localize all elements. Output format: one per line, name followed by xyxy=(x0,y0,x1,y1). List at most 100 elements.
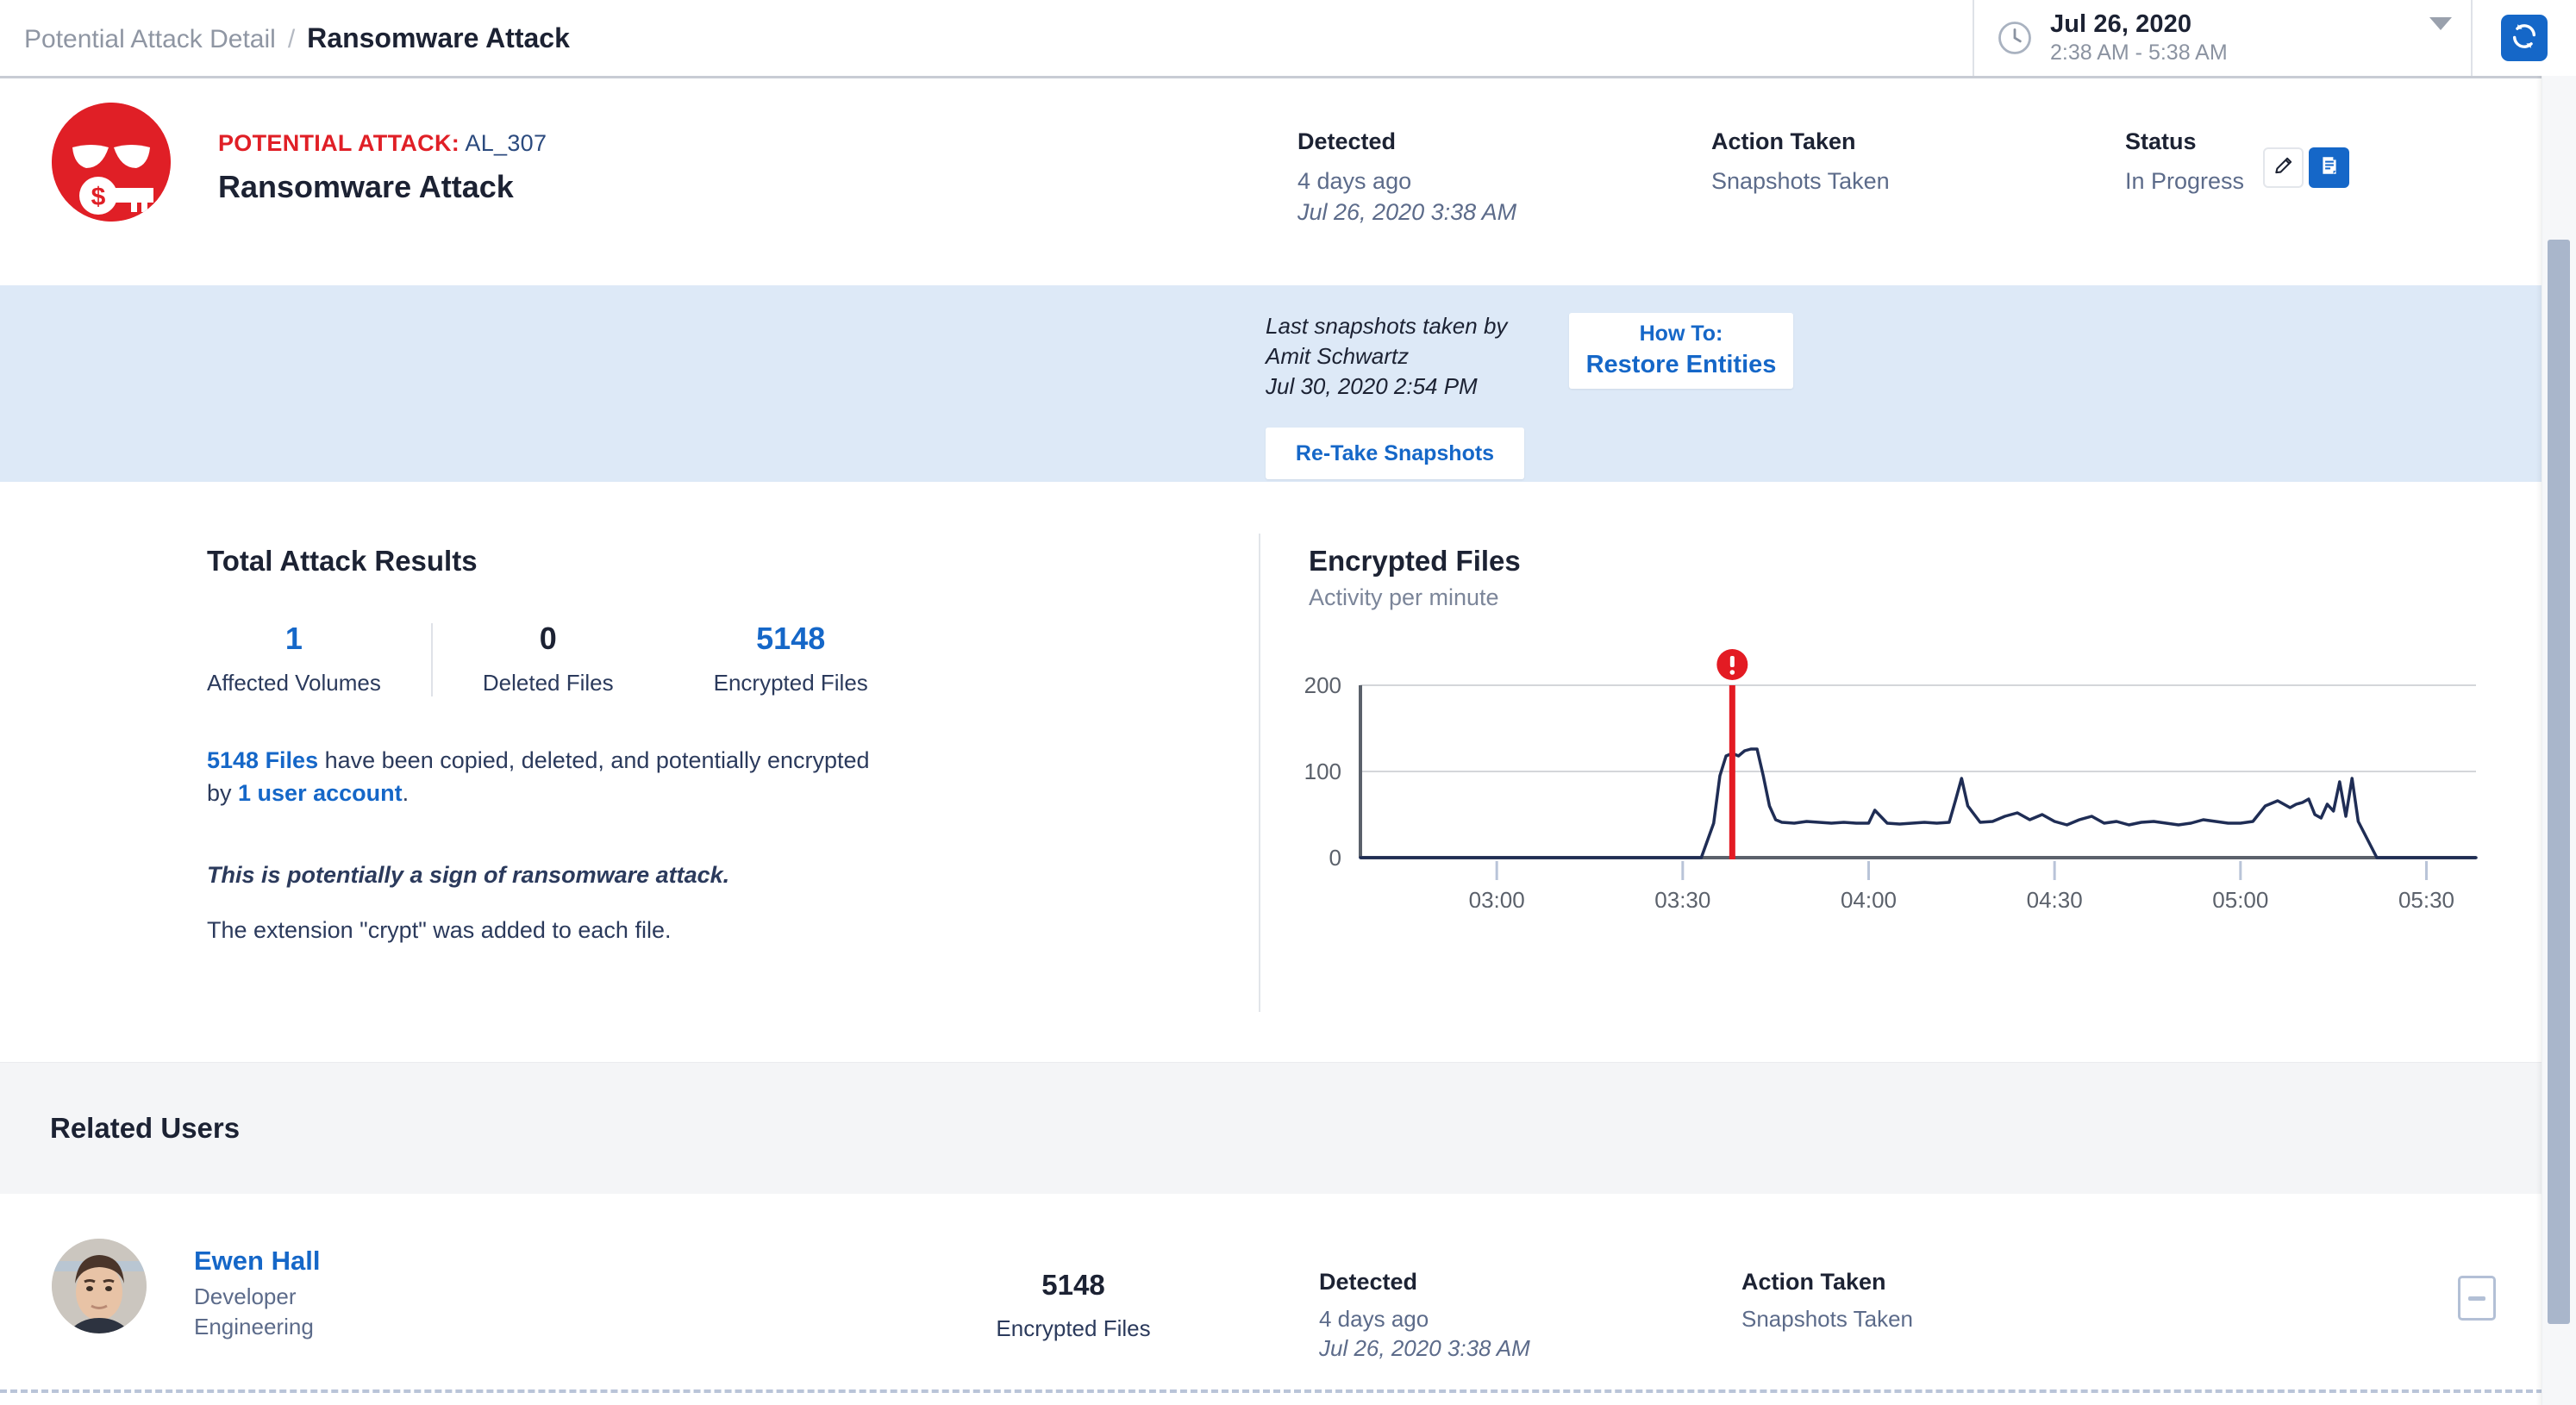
related-user-row[interactable]: Ewen Hall Developer Engineering xyxy=(0,1194,2543,1405)
user-detected-meta: Detected 4 days ago Jul 26, 2020 3:38 AM xyxy=(1319,1269,1530,1364)
stat-encrypted-files[interactable]: 5148 Encrypted Files xyxy=(664,623,918,696)
extension-note: The extension "crypt" was added to each … xyxy=(207,916,672,943)
encrypted-files-chart-panel: Encrypted Files Activity per minute 0 100… xyxy=(1259,482,2543,1062)
scrollbar-thumb[interactable] xyxy=(2548,240,2570,1324)
stat-encrypted-files-value: 5148 xyxy=(756,621,826,656)
user-account-link[interactable]: 1 user account xyxy=(238,780,403,806)
snapshot-banner: Last snapshots taken by Amit Schwartz Ju… xyxy=(0,285,2543,482)
breadcrumb-parent-link[interactable]: Potential Attack Detail xyxy=(24,25,276,54)
collapse-row-button[interactable] xyxy=(2458,1276,2496,1321)
how-to-label: How To: xyxy=(1639,321,1723,346)
user-action-title: Action Taken xyxy=(1741,1269,1886,1295)
meta-detected-absolute: Jul 26, 2020 3:38 AM xyxy=(1297,198,1517,225)
stat-affected-volumes[interactable]: 1 Affected Volumes xyxy=(207,623,431,696)
stat-deleted-files: 0 Deleted Files xyxy=(433,623,664,696)
pencil-icon xyxy=(2273,154,2295,181)
y-axis-tick-label: 100 xyxy=(1304,759,1341,784)
user-detected-relative: 4 days ago xyxy=(1319,1306,1429,1332)
stat-encrypted-files-label: Encrypted Files xyxy=(713,670,868,696)
attack-header: $ POTENTIAL ATTACK: AL_307 Ransomware At… xyxy=(0,78,2543,285)
y-axis-tick-label: 200 xyxy=(1304,672,1341,698)
chevron-down-icon[interactable] xyxy=(2326,17,2452,46)
user-identity: Ewen Hall Developer Engineering xyxy=(194,1246,320,1340)
snapshot-taken-by-label: Last snapshots taken by xyxy=(1266,313,1508,339)
related-users-band: Related Users xyxy=(0,1062,2543,1194)
total-attack-results-header: Total Attack Results xyxy=(207,545,1259,578)
user-encrypted-files-stat: 5148 Encrypted Files xyxy=(991,1269,1155,1342)
clock-icon xyxy=(1997,20,2033,56)
ransomware-warning: This is potentially a sign of ransomware… xyxy=(207,861,730,888)
snapshot-taken-at: Jul 30, 2020 2:54 PM xyxy=(1266,373,1478,400)
breadcrumb: Potential Attack Detail / Ransomware Att… xyxy=(24,22,570,54)
chart-area[interactable]: 0 100 200 03:00 03:30 04:00 04:30 05:00 05:30 xyxy=(1259,649,2492,913)
scrollbar-track[interactable] xyxy=(2542,76,2576,1405)
stat-deleted-files-label: Deleted Files xyxy=(482,670,614,696)
attack-title-block: POTENTIAL ATTACK: AL_307 Ransomware Atta… xyxy=(218,130,547,205)
status-actions xyxy=(2263,147,2350,188)
stat-affected-volumes-label: Affected Volumes xyxy=(207,670,381,696)
stat-deleted-files-value: 0 xyxy=(539,621,557,656)
top-bar: Potential Attack Detail / Ransomware Att… xyxy=(0,0,2576,78)
user-name-link[interactable]: Ewen Hall xyxy=(194,1246,320,1277)
refresh-button[interactable] xyxy=(2501,15,2548,61)
snapshot-banner-inner: Last snapshots taken by Amit Schwartz Ju… xyxy=(1266,311,1793,480)
breadcrumb-current: Ransomware Attack xyxy=(307,22,570,53)
meta-action-taken: Action Taken Snapshots Taken xyxy=(1711,128,2125,228)
main-content: Total Attack Results 1 Affected Volumes … xyxy=(0,482,2543,1062)
stats-row: 1 Affected Volumes 0 Deleted Files 5148 … xyxy=(207,623,1259,696)
meta-detected-relative: 4 days ago xyxy=(1297,168,1412,194)
description-end: . xyxy=(402,780,410,807)
status-badge: In Progress xyxy=(2125,168,2245,194)
meta-detected: Detected 4 days ago Jul 26, 2020 3:38 AM xyxy=(1297,128,1711,228)
date-range-text: Jul 26, 2020 2:38 AM - 5:38 AM xyxy=(2050,10,2228,66)
attack-id-line: POTENTIAL ATTACK: AL_307 xyxy=(218,130,547,157)
edit-status-button[interactable] xyxy=(2263,147,2304,188)
snapshot-info: Last snapshots taken by Amit Schwartz Ju… xyxy=(1266,311,1524,480)
x-axis-tick-label: 04:30 xyxy=(2027,887,2083,908)
attack-meta-columns: Detected 4 days ago Jul 26, 2020 3:38 AM… xyxy=(1297,128,2350,228)
user-encrypted-files-label: Encrypted Files xyxy=(996,1315,1151,1341)
x-axis-tick-label: 03:00 xyxy=(1469,887,1525,908)
row-separator xyxy=(0,1389,2543,1393)
meta-status-title: Status xyxy=(2125,128,2197,154)
ransomware-face-icon: $ xyxy=(52,103,171,222)
collapse-minus-icon xyxy=(2468,1296,2485,1301)
retake-snapshots-button[interactable]: Re-Take Snapshots xyxy=(1266,428,1524,480)
potential-attack-label: POTENTIAL ATTACK: xyxy=(218,130,460,156)
chart-subtitle: Activity per minute xyxy=(1309,584,1499,610)
meta-status: Status In Progress xyxy=(2125,128,2350,228)
user-department: Engineering xyxy=(194,1314,314,1339)
chart-title: Encrypted Files xyxy=(1309,545,1521,577)
stat-affected-volumes-value: 1 xyxy=(284,621,303,656)
top-bar-right: Jul 26, 2020 2:38 AM - 5:38 AM xyxy=(1973,0,2576,76)
date-range-picker[interactable]: Jul 26, 2020 2:38 AM - 5:38 AM xyxy=(1973,0,2473,76)
user-detected-title: Detected xyxy=(1319,1269,1418,1295)
refresh-icon xyxy=(2510,22,2539,55)
description-sentence: 5148 Files have been copied, deleted, an… xyxy=(207,744,897,810)
chart-header: Encrypted Files Activity per minute xyxy=(1309,545,2543,611)
total-attack-results-title: Total Attack Results xyxy=(207,545,478,577)
date-range-date: Jul 26, 2020 xyxy=(2050,10,2192,38)
snapshot-taken-by-name: Amit Schwartz xyxy=(1266,343,1410,370)
user-detected-absolute: Jul 26, 2020 3:38 AM xyxy=(1319,1334,1530,1361)
user-photo-avatar xyxy=(52,1239,147,1333)
y-axis-tick-label: 0 xyxy=(1329,845,1341,871)
how-to-restore-entities-button[interactable]: How To: Restore Entities xyxy=(1569,313,1793,389)
x-axis-tick-label: 05:00 xyxy=(2212,887,2268,908)
meta-action-title: Action Taken xyxy=(1711,128,1856,154)
user-action-meta: Action Taken Snapshots Taken xyxy=(1741,1269,1913,1334)
date-range-time: 2:38 AM - 5:38 AM xyxy=(2050,41,2228,65)
meta-detected-title: Detected xyxy=(1297,128,1397,154)
svg-text:$: $ xyxy=(91,183,106,211)
files-link[interactable]: 5148 Files xyxy=(207,747,318,773)
user-action-value: Snapshots Taken xyxy=(1741,1306,1913,1332)
breadcrumb-separator: / xyxy=(287,24,296,53)
user-role: Developer xyxy=(194,1283,297,1309)
attack-id-value: AL_307 xyxy=(465,130,547,156)
document-notes-icon xyxy=(2318,154,2341,181)
total-attack-results-panel: Total Attack Results 1 Affected Volumes … xyxy=(0,482,1259,1062)
encrypted-files-line-chart[interactable]: 0 100 200 03:00 03:30 04:00 04:30 05:00 05:30 xyxy=(1259,649,2492,913)
page-title: Ransomware Attack xyxy=(218,169,514,204)
notes-button[interactable] xyxy=(2309,147,2350,188)
meta-action-value: Snapshots Taken xyxy=(1711,168,1890,194)
